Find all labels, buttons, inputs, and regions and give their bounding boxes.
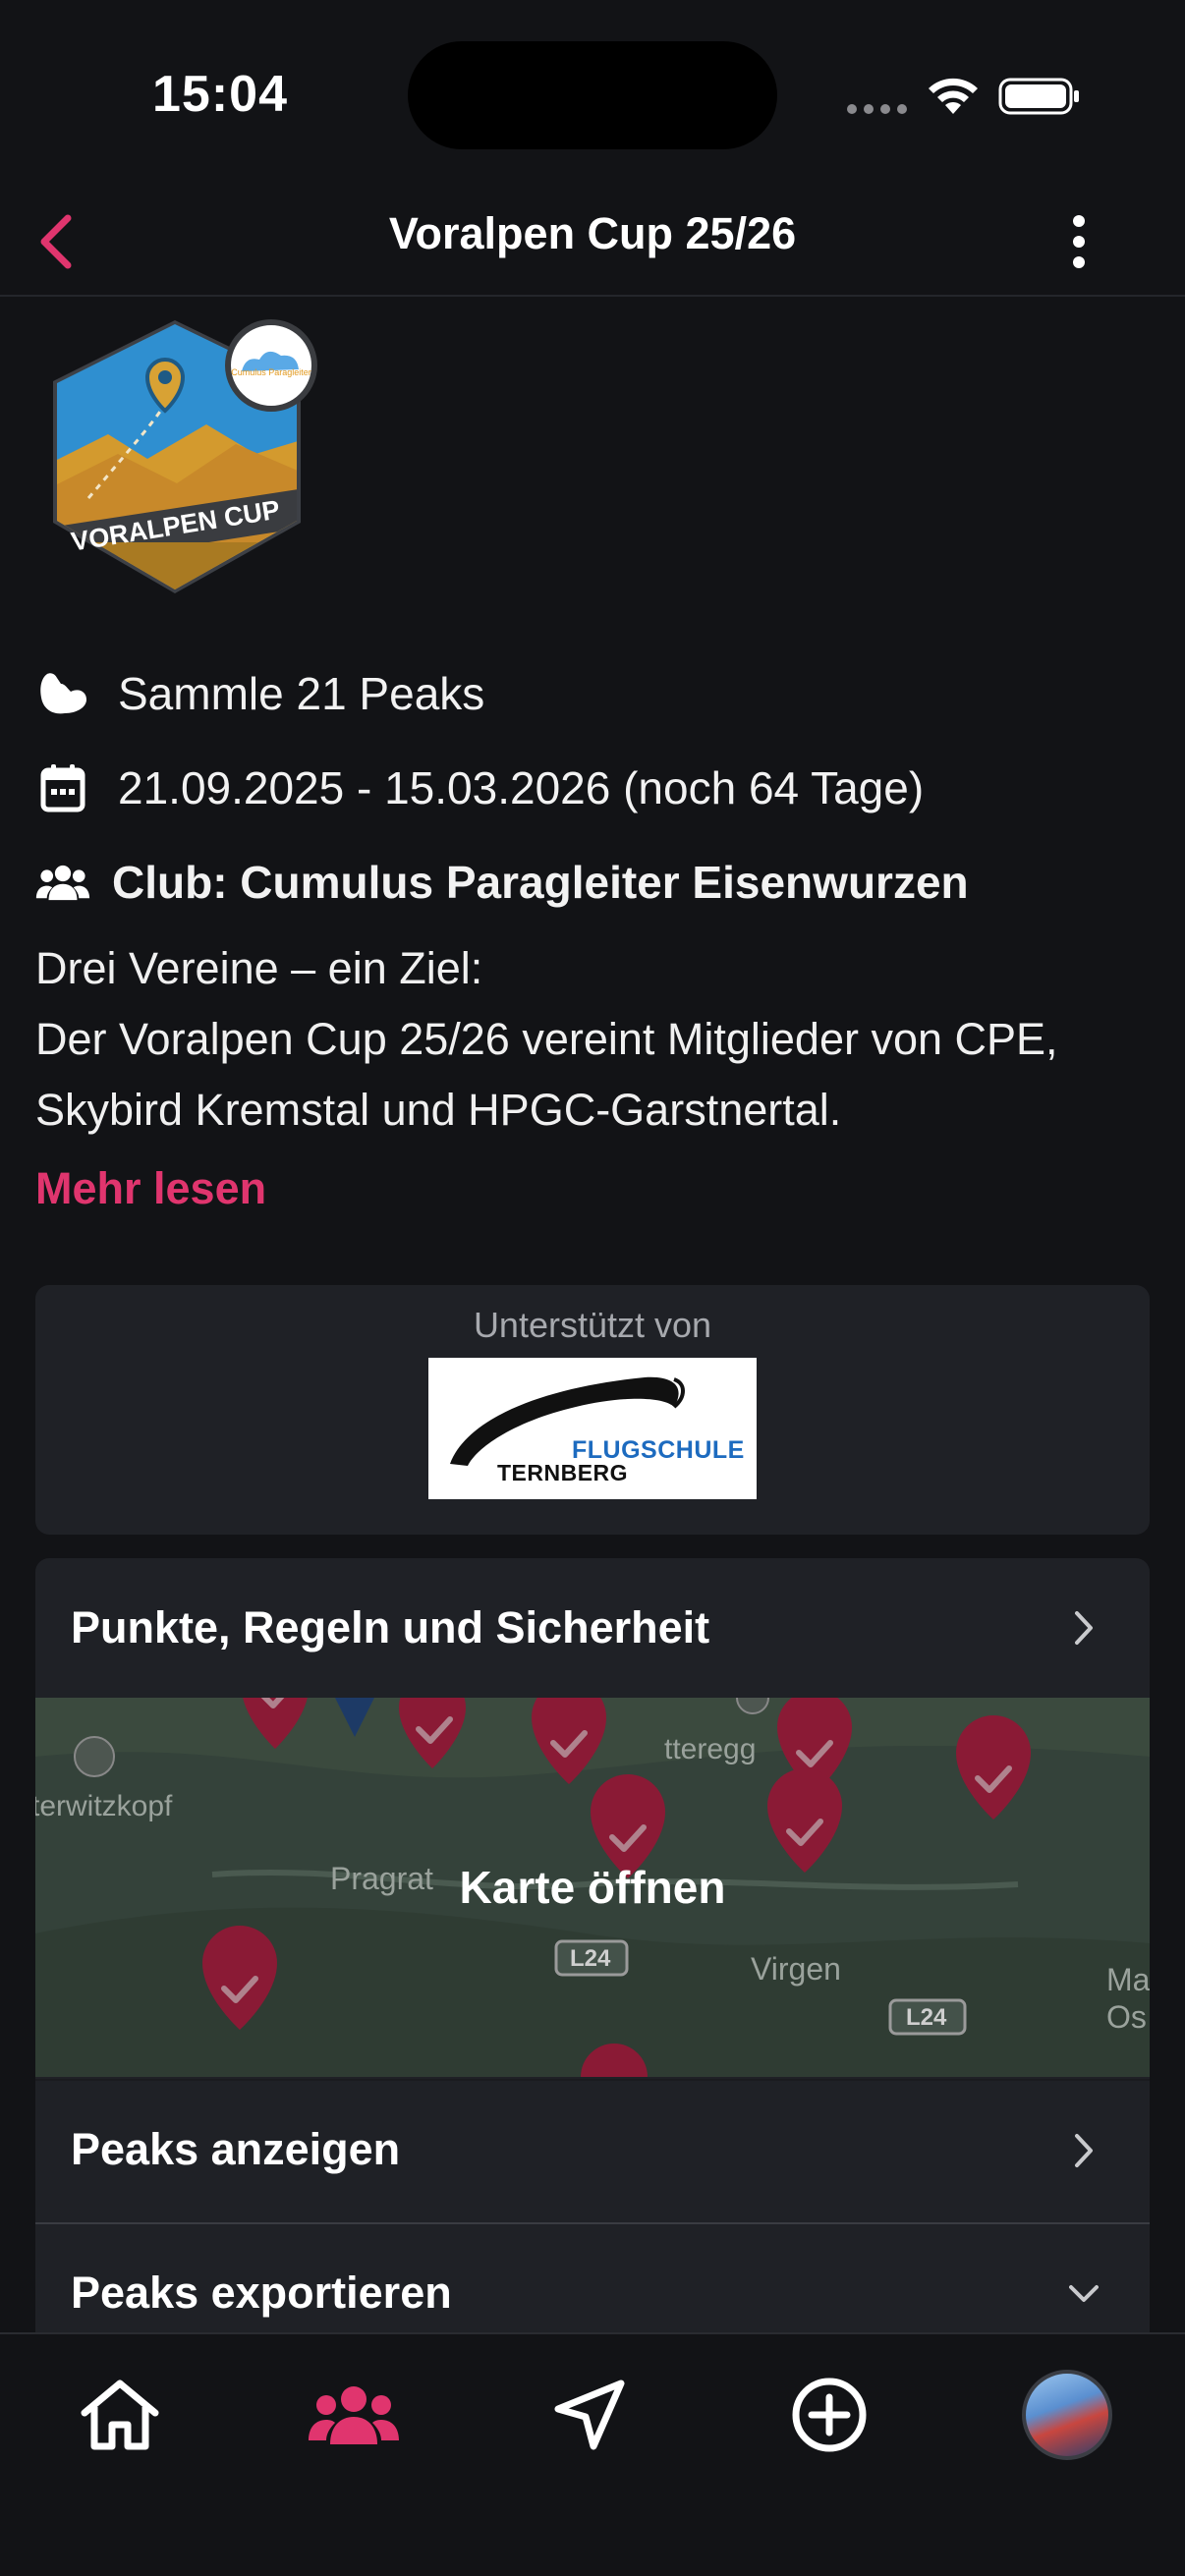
show-peaks-row[interactable]: Peaks anzeigen [35,2079,1150,2218]
map-place-1: terwitzkopf [35,1790,173,1822]
tab-add[interactable] [780,2366,878,2464]
wifi-icon [929,78,978,114]
description-line-2: Der Voralpen Cup 25/26 vereint Mitgliede… [35,1014,1058,1135]
status-time: 15:04 [152,66,288,123]
map-place-4: tteregg [664,1733,757,1765]
calendar-icon [35,760,90,815]
read-more-link[interactable]: Mehr lesen [35,1163,266,1214]
battery-icon [998,78,1079,115]
club-row[interactable]: Club: Cumulus Paragleiter Eisenwurzen [35,855,969,910]
cellular-signal-icon [847,104,907,114]
group-icon [35,855,90,910]
chevron-right-icon [1075,1611,1093,1645]
status-bar: 15:04 [0,0,1185,187]
map-preview[interactable]: terwitzkopf Pragrat Virgen tteregg L24 L… [35,1698,1150,2077]
dynamic-island [408,41,777,149]
rules-row[interactable]: Punkte, Regeln und Sicherheit [35,1558,1150,1698]
sponsor-card: Unterstützt von FLUGSCHULE TERNBERG [35,1285,1150,1535]
chevron-right-icon [1075,2134,1093,2167]
svg-text:Cumulus Paragleiter: Cumulus Paragleiter [231,367,311,377]
navigation-bar: Voralpen Cup 25/26 [0,187,1185,297]
profile-avatar [1022,2370,1112,2460]
more-options-icon[interactable] [1051,202,1106,281]
back-chevron-icon[interactable] [22,202,90,281]
club-name: Club: Cumulus Paragleiter Eisenwurzen [112,857,969,908]
tab-home[interactable] [71,2366,169,2464]
map-place-edge: Ma Os [1106,1962,1150,2035]
map-road-2: L24 [906,2004,947,2031]
chevron-down-icon [1069,2285,1099,2302]
description: Drei Vereine – ein Ziel: Der Voralpen Cu… [35,933,1156,1146]
sponsor-logo-text-2: TERNBERG [497,1460,629,1485]
description-line-1: Drei Vereine – ein Ziel: [35,943,483,993]
flexed-arm-icon [35,666,90,721]
sponsor-label: Unterstützt von [473,1305,712,1345]
map-road-1: L24 [570,1945,611,1972]
peaks-goal-row: Sammle 21 Peaks [35,666,484,721]
add-icon [792,2378,867,2452]
tab-navigate[interactable] [540,2366,639,2464]
clubs-icon [309,2386,399,2444]
date-range-text: 21.09.2025 - 15.03.2026 (noch 64 Tage) [118,762,925,813]
tab-profile[interactable] [1018,2366,1116,2464]
show-peaks-label: Peaks anzeigen [71,2124,401,2174]
navigate-icon [554,2380,625,2450]
peaks-goal-text: Sammle 21 Peaks [118,668,485,719]
cup-badge-logo: VORALPEN CUP Cumulus Paragleiter [53,319,317,593]
rules-label: Punkte, Regeln und Sicherheit [71,1602,710,1652]
tab-bar [0,2332,1185,2576]
export-peaks-label: Peaks exportieren [71,2268,452,2318]
open-map-label: Karte öffnen [459,1862,726,1913]
date-range-row: 21.09.2025 - 15.03.2026 (noch 64 Tage) [35,760,924,815]
home-icon [81,2380,159,2450]
sponsor-logo[interactable]: FLUGSCHULE TERNBERG [428,1358,757,1499]
page-title: Voralpen Cup 25/26 [388,208,797,258]
map-place-3: Virgen [751,1951,841,1987]
tab-clubs[interactable] [305,2366,403,2464]
